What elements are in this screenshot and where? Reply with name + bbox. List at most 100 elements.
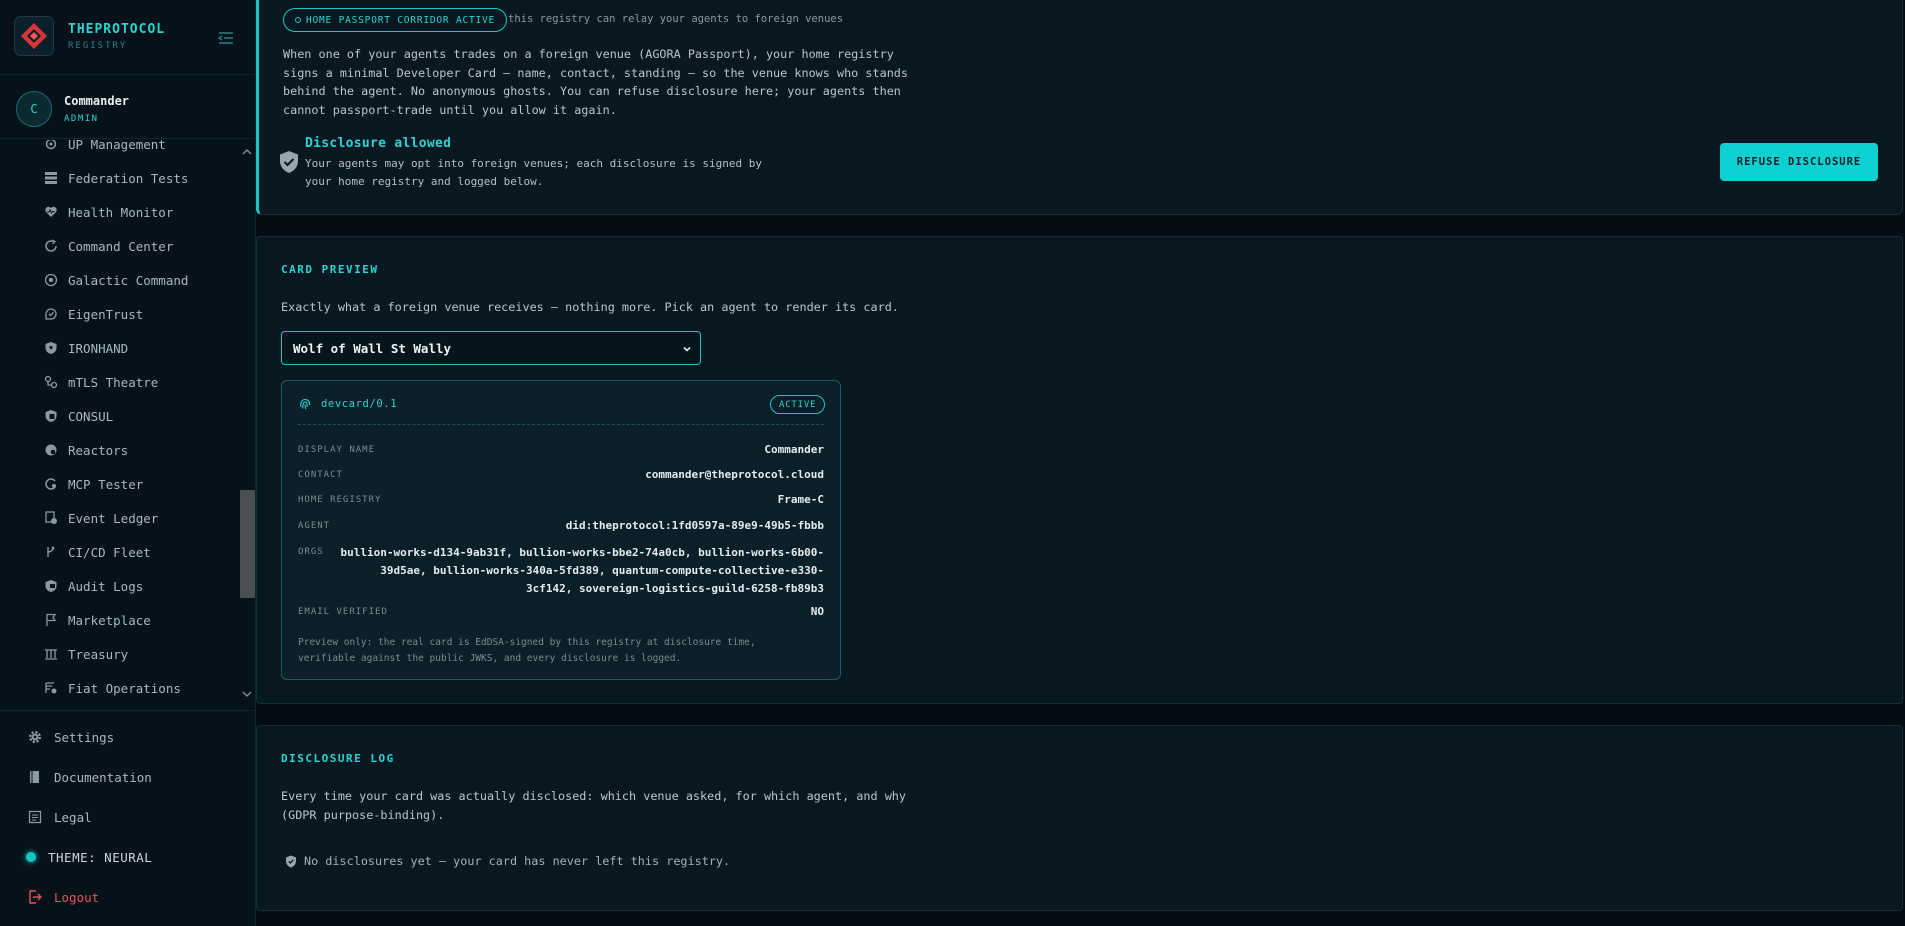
sidebar-item-label: Federation Tests xyxy=(68,170,189,186)
corridor-note: this registry can relay your agents to f… xyxy=(508,13,844,25)
logout-button[interactable]: Logout xyxy=(28,886,99,908)
agent-select[interactable]: Wolf of Wall St Wally xyxy=(281,331,701,365)
brand-subtitle: REGISTRY xyxy=(68,40,128,51)
sidebar: THEPROTOCOL REGISTRY C Commander ADMIN U… xyxy=(0,0,256,926)
sidebar-item-audit-logs[interactable]: Audit Logs xyxy=(44,576,143,596)
sidebar-item-label: UP Management xyxy=(68,140,166,152)
agent-select-value: Wolf of Wall St Wally xyxy=(293,340,452,356)
sidebar-item-mcp-tester[interactable]: MCP Tester xyxy=(44,474,143,494)
display-name-value: Commander xyxy=(764,443,824,456)
settings-link[interactable]: Settings xyxy=(28,726,114,748)
treasury-icon xyxy=(45,649,57,660)
settings-label: Settings xyxy=(54,729,115,745)
sidebar-item-command-center[interactable]: Command Center xyxy=(44,236,173,256)
scrollbar-thumb[interactable] xyxy=(240,490,255,598)
sidebar-item-label: Health Monitor xyxy=(68,204,174,220)
legal-label: Legal xyxy=(54,809,92,825)
collapse-sidebar-icon[interactable] xyxy=(217,31,234,45)
card-preview-title: CARD PREVIEW xyxy=(281,263,379,276)
shield-check-icon xyxy=(278,150,300,174)
sidebar-item-label: mTLS Theatre xyxy=(68,374,159,390)
sidebar-item-consul[interactable]: CONSUL xyxy=(44,406,113,426)
theme-indicator-icon xyxy=(26,852,36,862)
sidebar-item-label: MCP Tester xyxy=(68,476,144,492)
sidebar-item-label: Event Ledger xyxy=(68,510,159,526)
sync-icon xyxy=(45,239,57,252)
sidebar-item-label: CONSUL xyxy=(68,408,114,424)
chevron-down-icon xyxy=(683,346,691,352)
divider xyxy=(0,138,256,139)
card-divider xyxy=(298,424,824,425)
disclosure-status-title: Disclosure allowed xyxy=(305,136,452,151)
sidebar-item-federation-tests[interactable]: Federation Tests xyxy=(44,168,188,188)
refuse-disclosure-button[interactable]: REFUSE DISCLOSURE xyxy=(1720,143,1878,181)
link-icon xyxy=(44,375,58,389)
branch-icon xyxy=(47,546,55,557)
email-verified-value: NO xyxy=(810,605,824,618)
sidebar-item-cicd-fleet[interactable]: CI/CD Fleet xyxy=(44,542,151,562)
card-preview-note: Preview only: the real card is EdDSA-sig… xyxy=(298,637,756,664)
status-badge: ACTIVE xyxy=(770,395,826,414)
agent-value: did:theprotocol:1fd0597a-89e9-49b5-fbbb xyxy=(565,519,824,532)
user-profile[interactable]: C Commander ADMIN xyxy=(16,91,129,127)
fiat-icon xyxy=(45,682,57,694)
nav-list: UP Management Federation Tests Health Mo… xyxy=(0,140,256,705)
corridor-status-text: HOME PASSPORT CORRIDOR ACTIVE xyxy=(306,14,496,26)
book-icon xyxy=(30,771,39,783)
card-preview-desc: Exactly what a foreign venue receives — … xyxy=(281,300,899,314)
ledger-icon xyxy=(45,511,57,524)
documentation-link[interactable]: Documentation xyxy=(28,766,152,788)
logout-label: Logout xyxy=(54,889,100,905)
logout-icon xyxy=(29,890,42,904)
sidebar-item-event-ledger[interactable]: Event Ledger xyxy=(44,508,158,528)
scroll-down-icon[interactable] xyxy=(241,688,253,698)
plug-icon xyxy=(45,478,56,490)
sidebar-item-label: EigenTrust xyxy=(68,306,144,322)
sidebar-item-eigentrust[interactable]: EigenTrust xyxy=(44,304,143,324)
gear-icon xyxy=(28,730,42,744)
shield-icon xyxy=(45,342,57,354)
sidebar-item-reactors[interactable]: Reactors xyxy=(44,440,128,460)
theme-label: THEME: NEURAL xyxy=(48,849,153,865)
sidebar-item-label: Fiat Operations xyxy=(68,680,181,696)
scroll-up-icon[interactable] xyxy=(241,146,253,156)
sidebar-item-up-management[interactable]: UP Management xyxy=(44,140,166,154)
contact-value: commander@theprotocol.cloud xyxy=(645,468,824,481)
heart-pulse-icon xyxy=(45,206,57,217)
sidebar-item-label: Marketplace xyxy=(68,612,151,628)
corridor-status-badge: HOME PASSPORT CORRIDOR ACTIVE xyxy=(283,8,508,32)
trust-icon xyxy=(45,308,57,320)
sidebar-item-health-monitor[interactable]: Health Monitor xyxy=(44,202,173,222)
sidebar-item-ironhand[interactable]: IRONHAND xyxy=(44,338,128,358)
empty-state: No disclosures yet — your card has never… xyxy=(285,854,730,868)
sidebar-item-fiat-operations[interactable]: Fiat Operations xyxy=(44,678,181,698)
sidebar-item-label: Reactors xyxy=(68,442,129,458)
theme-toggle[interactable]: THEME: NEURAL xyxy=(26,846,153,868)
disclosure-log-title: DISCLOSURE LOG xyxy=(281,752,395,765)
contact-label: CONTACT xyxy=(298,470,343,480)
orgs-value: bullion-works-d134-9ab31f, bullion-works… xyxy=(340,546,824,595)
sidebar-item-label: Galactic Command xyxy=(68,272,189,288)
home-registry-value: Frame-C xyxy=(777,493,824,506)
sidebar-item-galactic-command[interactable]: Galactic Command xyxy=(44,270,188,290)
disclosure-log-desc: Every time your card was actually disclo… xyxy=(281,789,907,822)
sidebar-item-label: IRONHAND xyxy=(68,340,129,356)
brand[interactable]: THEPROTOCOL REGISTRY xyxy=(14,16,165,56)
fingerprint-icon xyxy=(300,398,311,410)
documentation-label: Documentation xyxy=(54,769,152,785)
server-icon xyxy=(45,172,57,184)
sidebar-item-marketplace[interactable]: Marketplace xyxy=(44,610,151,630)
agent-label: AGENT xyxy=(298,521,331,531)
empty-state-text: No disclosures yet — your card has never… xyxy=(304,854,731,868)
shield-icon xyxy=(286,855,296,867)
consul-icon xyxy=(45,410,57,422)
logo-icon xyxy=(14,16,54,56)
email-verified-label: EMAIL VERIFIED xyxy=(298,607,388,617)
sidebar-item-mtls-theatre[interactable]: mTLS Theatre xyxy=(44,372,158,392)
divider xyxy=(0,710,256,711)
reactor-icon xyxy=(45,444,57,456)
legal-link[interactable]: Legal xyxy=(28,806,92,828)
status-dot-icon xyxy=(295,17,301,23)
display-name-label: DISPLAY NAME xyxy=(298,445,376,455)
sidebar-item-treasury[interactable]: Treasury xyxy=(44,644,128,664)
